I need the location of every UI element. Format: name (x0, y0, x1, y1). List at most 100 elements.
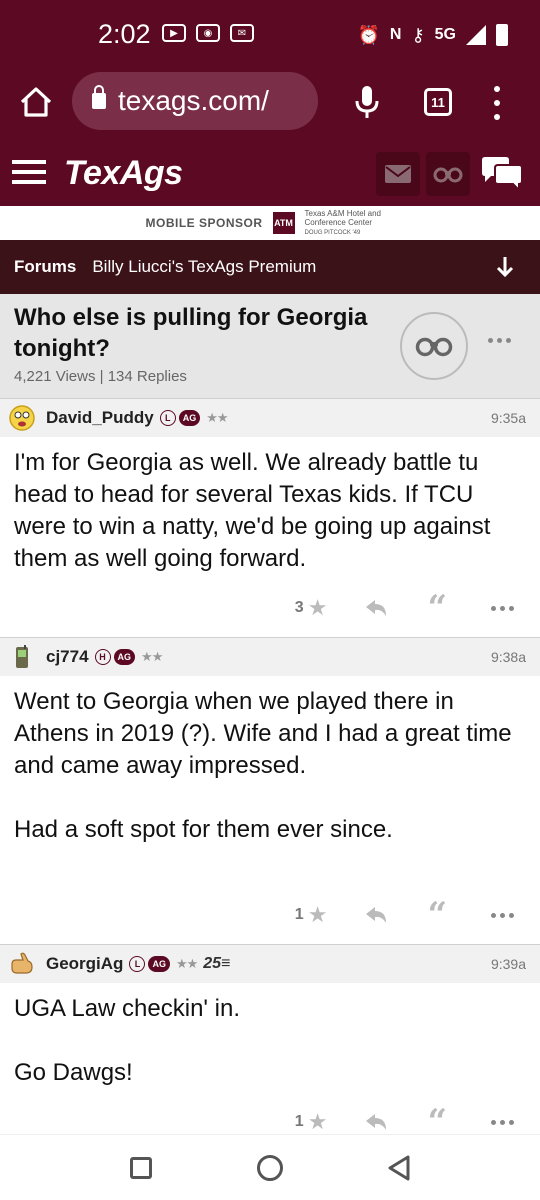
quote-icon[interactable]: “ (427, 898, 447, 932)
post: GeorgiAg L AG ★★ 25 ≡ 9:39a UGA Law chec… (0, 944, 540, 1139)
mobile-sponsor-banner[interactable]: MOBILE SPONSOR ATM Texas A&M Hotel and C… (0, 206, 540, 240)
reply-icon[interactable] (365, 599, 387, 617)
smiley-avatar-icon (9, 405, 35, 431)
sponsor-name: Texas A&M Hotel and Conference Center (304, 208, 381, 227)
year-badge-lines: ≡ (221, 955, 231, 972)
post-time: 9:38a (490, 649, 526, 665)
network-label: 5G (434, 26, 456, 43)
microphone-icon[interactable] (352, 84, 382, 120)
ag-badge: AG (178, 410, 201, 426)
mail-notification-icon: ✉ (230, 24, 254, 42)
hamburger-menu-icon[interactable] (12, 160, 46, 184)
rank-stars: ★★ (206, 410, 228, 425)
post-more-icon[interactable] (491, 1119, 514, 1125)
thread-meta: 4,221 Views | 134 Replies (14, 368, 187, 385)
reply-icon[interactable] (365, 1113, 387, 1131)
ag-badge: AG (113, 649, 136, 665)
like-count: 3 (294, 599, 304, 616)
post-body: UGA Law checkin' in. Go Dawgs! (14, 995, 241, 1086)
thread-title: Who else is pulling for Georgia tonight? (14, 304, 368, 362)
youtube-icon: ▶ (162, 24, 186, 42)
browser-toolbar: texags.com/ 11 (0, 70, 540, 136)
quote-icon[interactable]: “ (427, 591, 447, 625)
star-icon[interactable]: ★ (308, 1109, 328, 1135)
avatar[interactable] (8, 643, 36, 671)
status-badge: H (94, 649, 111, 665)
messages-button[interactable] (376, 152, 420, 196)
nfc-icon: N (389, 26, 402, 43)
post-body: I'm for Georgia as well. We already batt… (14, 449, 491, 572)
tab-switcher-button[interactable]: 11 (424, 88, 452, 116)
post-header: cj774 H AG ★★ 9:38a (0, 638, 540, 676)
status-bar: 2:02 ▶ ◉ ✉ ⏰ N ⚷ 5G (0, 0, 540, 70)
like-count: 1 (294, 906, 304, 923)
chat-icon[interactable] (480, 156, 524, 192)
home-icon[interactable] (18, 84, 54, 120)
back-icon[interactable] (386, 1154, 412, 1182)
forum-breadcrumb-bar: Forums Billy Liucci's TexAgs Premium (0, 240, 540, 294)
key-icon: ⚷ (411, 24, 425, 45)
binoculars-icon (433, 167, 463, 183)
username[interactable]: cj774 (46, 647, 89, 667)
like-count: 1 (294, 1113, 304, 1130)
browser-menu-icon[interactable] (490, 86, 504, 120)
post: cj774 H AG ★★ 9:38a Went to Georgia when… (0, 637, 540, 942)
recents-icon[interactable] (130, 1157, 152, 1179)
url-bar[interactable]: texags.com/ (72, 72, 318, 130)
site-logo[interactable]: TexAgs (64, 154, 183, 193)
lock-icon (92, 85, 106, 109)
url-text: texags.com/ (118, 85, 269, 116)
post-header: GeorgiAg L AG ★★ 25 ≡ 9:39a (0, 945, 540, 983)
watchlist-button[interactable] (426, 152, 470, 196)
gig-em-hand-avatar-icon (11, 952, 33, 974)
meta-separator: | (99, 368, 104, 385)
post-more-icon[interactable] (491, 912, 514, 918)
sponsor-sub: DOUG PITCOCK '49 (304, 229, 361, 236)
status-time: 2:02 (98, 19, 151, 49)
forums-link[interactable]: Forums (14, 257, 76, 277)
rank-stars: ★★ (141, 649, 163, 664)
battery-icon (496, 24, 508, 46)
post-actions: 3 ★ “ (294, 591, 540, 625)
rank-stars: ★★ (175, 956, 198, 971)
site-header: TexAgs (0, 136, 540, 206)
quote-icon[interactable]: “ (427, 1105, 447, 1139)
arrow-down-icon[interactable] (496, 256, 514, 278)
post-actions: 1 ★ “ (294, 898, 540, 932)
year-badge: 25 (203, 955, 222, 972)
phone-avatar-icon (16, 645, 28, 668)
post-body: Went to Georgia when we played there in … (14, 688, 512, 843)
sponsor-label: MOBILE SPONSOR (145, 216, 263, 230)
star-icon[interactable]: ★ (308, 595, 328, 621)
post-time: 9:35a (490, 410, 526, 426)
star-icon[interactable]: ★ (308, 902, 328, 928)
thread-replies: 134 Replies (107, 368, 187, 385)
thread-views: 4,221 Views (14, 368, 96, 385)
thread-more-icon[interactable] (488, 338, 511, 343)
board-link[interactable]: Billy Liucci's TexAgs Premium (92, 257, 316, 277)
avatar[interactable] (8, 950, 36, 978)
post-more-icon[interactable] (491, 605, 514, 611)
username[interactable]: David_Puddy (46, 408, 154, 428)
tab-count: 11 (431, 94, 445, 110)
thread-header: Who else is pulling for Georgia tonight?… (0, 294, 540, 398)
post: David_Puddy L AG ★★ 9:35a I'm for Georgi… (0, 398, 540, 636)
envelope-icon (385, 165, 411, 183)
system-nav-bar (0, 1134, 540, 1200)
ag-badge: AG (148, 956, 170, 972)
home-nav-icon[interactable] (257, 1155, 283, 1181)
post-actions: 1 ★ “ (294, 1105, 540, 1139)
watch-thread-button[interactable] (400, 312, 468, 380)
status-badge: L (159, 410, 176, 426)
avatar[interactable] (8, 404, 36, 432)
username[interactable]: GeorgiAg (46, 954, 123, 974)
sponsor-logo: ATM (272, 212, 295, 234)
signal-icon (466, 25, 486, 45)
post-header: David_Puddy L AG ★★ 9:35a (0, 399, 540, 437)
post-time: 9:39a (490, 956, 526, 972)
alarm-icon: ⏰ (357, 24, 380, 45)
binoculars-icon (415, 337, 453, 357)
reply-icon[interactable] (365, 906, 387, 924)
status-badge: L (129, 956, 146, 972)
radio-icon: ◉ (196, 24, 220, 42)
